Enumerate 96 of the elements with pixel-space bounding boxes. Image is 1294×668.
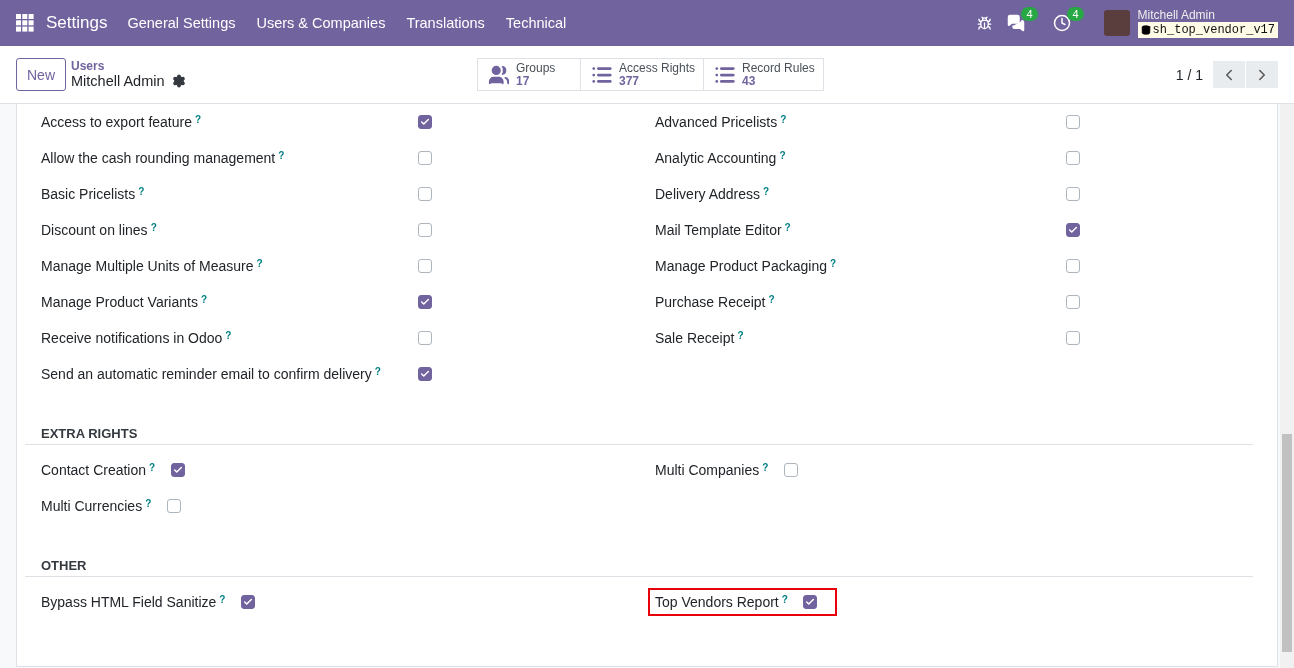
notification-badge: 4 bbox=[1067, 7, 1084, 21]
field-label: Access to export feature bbox=[41, 114, 192, 130]
help-icon[interactable]: ? bbox=[374, 366, 381, 382]
help-icon[interactable]: ? bbox=[768, 294, 775, 310]
help-icon[interactable]: ? bbox=[762, 462, 769, 478]
field-label: Bypass HTML Field Sanitize bbox=[41, 594, 217, 610]
menu-item[interactable]: Translations bbox=[406, 15, 485, 31]
next-button[interactable] bbox=[1246, 61, 1278, 88]
check-icon bbox=[420, 369, 430, 379]
check-icon bbox=[1068, 225, 1078, 235]
checkbox[interactable] bbox=[1066, 151, 1080, 165]
help-icon[interactable]: ? bbox=[780, 114, 787, 130]
check-icon bbox=[420, 117, 430, 127]
section-heading: EXTRA RIGHTS bbox=[41, 426, 139, 443]
section-heading: OTHER bbox=[41, 558, 88, 575]
help-icon[interactable]: ? bbox=[784, 222, 791, 238]
help-icon[interactable]: ? bbox=[138, 186, 145, 202]
checkbox[interactable] bbox=[167, 499, 182, 513]
field-label: Purchase Receipt bbox=[655, 294, 766, 310]
checkbox[interactable] bbox=[418, 187, 432, 201]
field-label: Multi Currencies bbox=[41, 498, 143, 514]
help-icon[interactable]: ? bbox=[781, 594, 788, 610]
field-label: Manage Multiple Units of Measure bbox=[41, 258, 254, 274]
checkbox[interactable] bbox=[418, 115, 432, 129]
check-icon bbox=[420, 297, 430, 307]
apps-menu-icon[interactable] bbox=[16, 14, 34, 32]
checkbox[interactable] bbox=[784, 463, 799, 477]
field-label: Receive notifications in Odoo bbox=[41, 330, 223, 346]
field-label: Contact Creation bbox=[41, 462, 147, 478]
help-icon[interactable]: ? bbox=[278, 150, 285, 166]
debug-icon[interactable] bbox=[976, 15, 992, 31]
help-icon[interactable]: ? bbox=[150, 222, 157, 238]
checkbox[interactable] bbox=[418, 259, 432, 273]
help-icon[interactable]: ? bbox=[830, 258, 837, 274]
help-icon[interactable]: ? bbox=[149, 462, 156, 478]
field-label: Manage Product Packaging bbox=[655, 258, 827, 274]
field-label: Delivery Address bbox=[655, 186, 761, 202]
menu-item[interactable]: General Settings bbox=[127, 15, 236, 31]
scrollbar[interactable] bbox=[1280, 104, 1294, 668]
record-title: Mitchell Admin bbox=[71, 73, 165, 89]
help-icon[interactable]: ? bbox=[256, 258, 263, 274]
settings-icon[interactable] bbox=[171, 74, 186, 88]
new-button[interactable]: New bbox=[16, 58, 66, 91]
field-label: Allow the cash rounding management bbox=[41, 150, 276, 166]
avatar[interactable] bbox=[1103, 10, 1130, 36]
help-icon[interactable]: ? bbox=[763, 186, 770, 202]
help-icon[interactable]: ? bbox=[737, 330, 744, 346]
checkbox[interactable] bbox=[418, 295, 432, 309]
checkbox[interactable] bbox=[241, 595, 256, 609]
help-icon[interactable]: ? bbox=[194, 114, 202, 130]
check-icon bbox=[804, 597, 815, 607]
checkbox[interactable] bbox=[1066, 115, 1080, 129]
stat-button[interactable]: Groups 17 bbox=[477, 58, 581, 91]
user-name[interactable]: Mitchell Admin bbox=[1137, 8, 1278, 22]
stat-button[interactable]: Record Rules 43 bbox=[703, 58, 824, 91]
field-label: Basic Pricelists bbox=[41, 186, 136, 202]
field-label: Mail Template Editor bbox=[655, 222, 782, 238]
checkbox[interactable] bbox=[418, 367, 432, 381]
field-label: Sale Receipt bbox=[655, 330, 735, 346]
field-label: Send an automatic reminder email to confirm delivery bbox=[41, 366, 372, 382]
stat-button[interactable]: Access Rights 377 bbox=[580, 58, 705, 91]
checkbox[interactable] bbox=[418, 151, 432, 165]
help-icon[interactable]: ? bbox=[219, 594, 226, 610]
checkbox[interactable] bbox=[1066, 259, 1080, 273]
clock-icon[interactable] bbox=[1052, 14, 1071, 32]
help-icon[interactable]: ? bbox=[200, 294, 208, 310]
checkbox[interactable] bbox=[1066, 331, 1080, 345]
help-icon[interactable]: ? bbox=[779, 150, 786, 166]
check-icon bbox=[243, 597, 254, 607]
checkbox[interactable] bbox=[1066, 187, 1080, 201]
checkbox[interactable] bbox=[171, 463, 186, 477]
checkbox[interactable] bbox=[1066, 223, 1080, 237]
field-label: Analytic Accounting bbox=[655, 150, 777, 166]
field-label: Multi Companies bbox=[655, 462, 760, 478]
database-label: sh_top_vendor_v17 bbox=[1137, 22, 1278, 38]
help-icon[interactable]: ? bbox=[225, 330, 232, 346]
checkbox[interactable] bbox=[802, 595, 817, 609]
field-label: Discount on lines bbox=[41, 222, 148, 238]
app-title: Settings bbox=[46, 13, 108, 33]
notification-badge: 4 bbox=[1021, 7, 1038, 21]
check-icon bbox=[173, 465, 184, 475]
users-icon bbox=[488, 63, 510, 86]
help-icon[interactable]: ? bbox=[145, 498, 152, 514]
pager-value: 1 / 1 bbox=[1175, 66, 1203, 83]
checkbox[interactable] bbox=[418, 331, 432, 345]
checkbox[interactable] bbox=[1066, 295, 1080, 309]
field-label: Manage Product Variants bbox=[41, 294, 198, 310]
chat-icon[interactable] bbox=[1006, 14, 1025, 32]
menu-item[interactable]: Users & Companies bbox=[256, 15, 386, 31]
previous-button[interactable] bbox=[1213, 61, 1245, 88]
field-label: Advanced Pricelists bbox=[655, 114, 778, 130]
field-label: Top Vendors Report bbox=[655, 594, 779, 610]
menu-item[interactable]: Technical bbox=[505, 15, 567, 31]
breadcrumb-link[interactable]: Users bbox=[71, 60, 186, 73]
checkbox[interactable] bbox=[418, 223, 432, 237]
database-icon bbox=[1140, 25, 1151, 35]
